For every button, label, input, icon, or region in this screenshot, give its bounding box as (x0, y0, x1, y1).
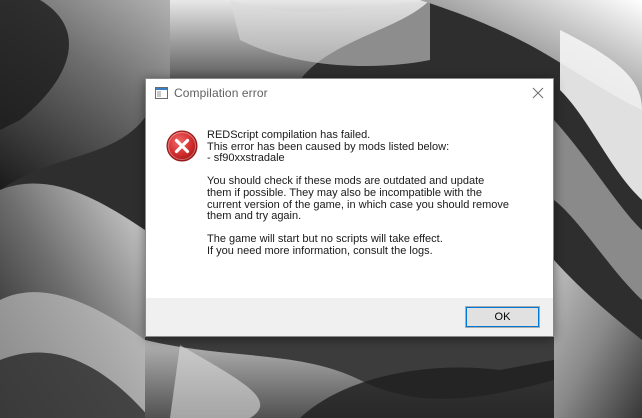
message-line: If you need more information, consult th… (207, 244, 433, 257)
error-icon (166, 130, 198, 162)
dialog-titlebar[interactable]: Compilation error (146, 79, 553, 108)
close-button[interactable] (527, 83, 549, 103)
error-message: REDScript compilation has failed. This e… (207, 129, 547, 258)
message-line: them and try again. (207, 210, 302, 223)
ok-button[interactable]: OK (465, 306, 540, 328)
message-line: them if possible. They may also be incom… (207, 186, 482, 199)
window-app-icon (155, 86, 168, 99)
close-icon (532, 87, 544, 99)
compilation-error-dialog: Compilation error REDScript compilation … (145, 78, 554, 337)
dialog-content: REDScript compilation has failed. This e… (146, 108, 553, 298)
dialog-footer: OK (146, 298, 553, 336)
mod-list-item: - sf90xxstradale (207, 152, 285, 165)
dialog-title: Compilation error (174, 86, 268, 100)
message-line: REDScript compilation has failed. (207, 129, 371, 141)
